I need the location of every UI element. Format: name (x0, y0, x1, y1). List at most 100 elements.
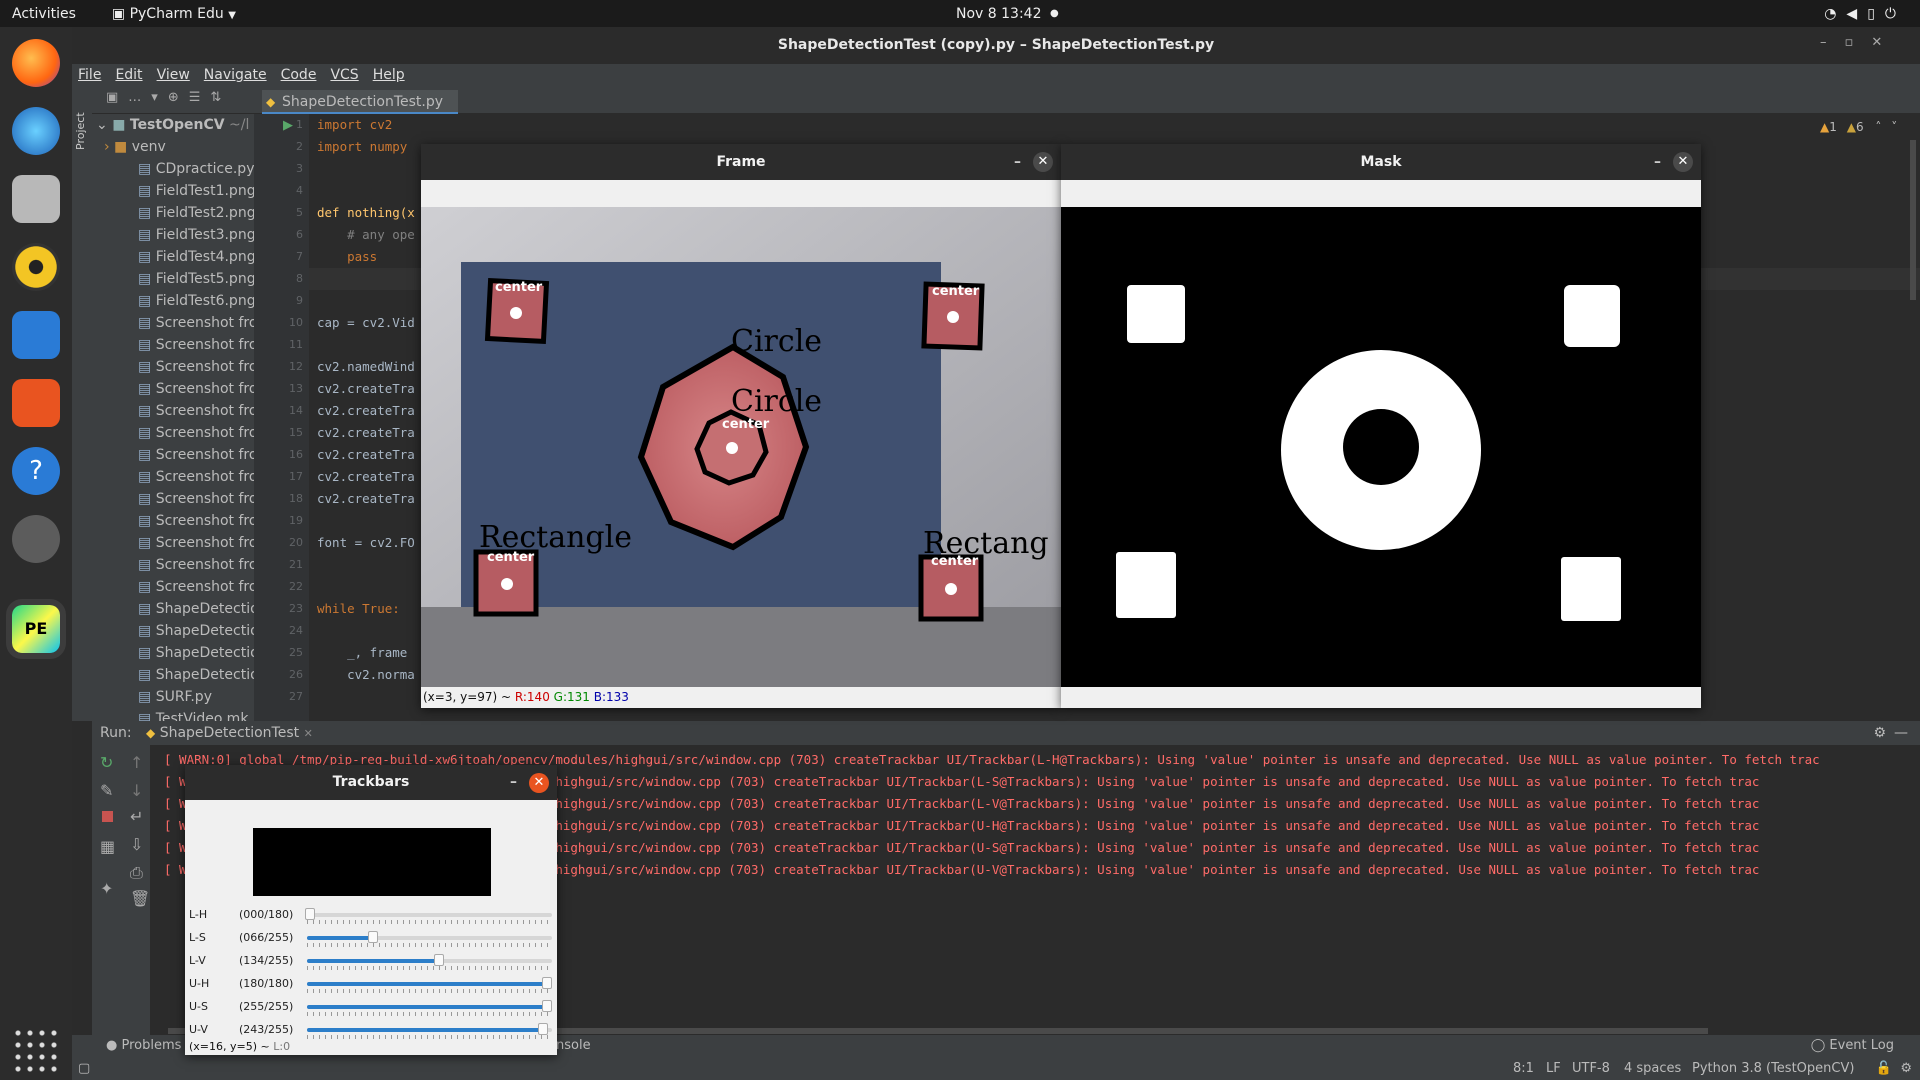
file-item[interactable]: ▤ TestVideo.mk (92, 708, 254, 721)
maximize-icon[interactable]: ▫ (1845, 35, 1872, 50)
collapse-icon[interactable]: ☰ (189, 90, 211, 105)
project-view-dropdown[interactable]: ▣…▾ (106, 90, 168, 105)
locate-icon[interactable]: ⊕ (168, 90, 189, 105)
file-item[interactable]: ▤ FieldTest4.png (92, 246, 254, 268)
file-item[interactable]: ▤ FieldTest3.png (92, 224, 254, 246)
trackbar-handle[interactable] (368, 931, 379, 943)
mask-titlebar[interactable]: Mask – ✕ (1061, 144, 1701, 180)
file-item[interactable]: ▤ Screenshot fro (92, 400, 254, 422)
trackbar-slider[interactable] (307, 977, 552, 989)
expand-icon[interactable]: ⇅ (210, 90, 231, 105)
menu-navigate[interactable]: Navigate (204, 67, 267, 83)
mask-window[interactable]: Mask – ✕ (1061, 144, 1701, 708)
search-icon[interactable] (12, 515, 60, 563)
file-item[interactable]: ▤ Screenshot fro (92, 576, 254, 598)
minimize-icon[interactable]: – (1820, 35, 1845, 50)
file-item[interactable]: ▤ Screenshot fro (92, 488, 254, 510)
hide-panel-icon[interactable]: — (1894, 721, 1908, 745)
system-tray[interactable]: ◔◀▯⏻ (1824, 6, 1906, 22)
frame-titlebar[interactable]: Frame – ✕ (421, 144, 1061, 180)
interpreter[interactable]: Python 3.8 (TestOpenCV) (1692, 1057, 1854, 1080)
app-grid-icon[interactable] (12, 1027, 60, 1075)
project-sidebar-tab[interactable]: Project (74, 112, 87, 150)
stop-icon[interactable] (102, 811, 113, 822)
rhythmbox-icon[interactable] (12, 243, 60, 291)
file-item[interactable]: ▤ Screenshot fro (92, 510, 254, 532)
menu-help[interactable]: Help (373, 67, 405, 83)
file-item[interactable]: ▤ Screenshot fro (92, 444, 254, 466)
firefox-icon[interactable] (12, 39, 60, 87)
settings-gear-icon[interactable]: ⚙ (1873, 721, 1886, 745)
file-item[interactable]: ▤ Screenshot fro (92, 422, 254, 444)
file-item[interactable]: ▤ FieldTest5.png (92, 268, 254, 290)
help-icon[interactable]: ? (12, 447, 60, 495)
trackbar-handle[interactable] (305, 908, 315, 920)
app-menu[interactable]: ▣ PyCharm Edu ▼ (112, 6, 236, 22)
file-item[interactable]: ▤ CDpractice.py (92, 158, 254, 180)
soft-wrap-icon[interactable]: ↵ (130, 807, 143, 826)
writer-icon[interactable] (12, 311, 60, 359)
file-item[interactable]: ▤ Screenshot fro (92, 378, 254, 400)
menu-code[interactable]: Code (281, 67, 317, 83)
run-tab-close-icon[interactable]: ✕ (304, 727, 313, 740)
close-icon[interactable]: ✕ (1673, 152, 1693, 172)
event-log-tab[interactable]: ◯ Event Log (1811, 1035, 1894, 1057)
trackbar-handle[interactable] (538, 1023, 549, 1035)
file-item[interactable]: ▤ Screenshot fro (92, 532, 254, 554)
frame-image[interactable]: center center center center center Circl… (421, 207, 1061, 687)
run-gutter-icon[interactable]: ▶ (283, 118, 293, 133)
trackbar-slider[interactable] (305, 908, 552, 920)
mask-image[interactable] (1061, 207, 1701, 687)
trackbars-titlebar[interactable]: Trackbars – ✕ (185, 765, 557, 800)
line-separator[interactable]: LF (1546, 1057, 1561, 1080)
lock-icon[interactable]: 🔓 (1876, 1057, 1892, 1080)
activities-button[interactable]: Activities (12, 6, 76, 22)
print-icon[interactable]: ⎙ (130, 863, 143, 883)
inspection-widget[interactable]: ▲1 ▲6 ˄ ˅ (1820, 120, 1897, 134)
menu-file[interactable]: File (78, 67, 101, 83)
editor-scrollbar[interactable] (1910, 140, 1916, 300)
minimize-icon[interactable]: – (1014, 144, 1021, 180)
minimize-icon[interactable]: – (510, 765, 517, 800)
trackbar-slider[interactable] (307, 954, 552, 966)
frame-window[interactable]: Frame – ✕ center center center center ce… (421, 144, 1061, 708)
file-item[interactable]: ▤ FieldTest1.png (92, 180, 254, 202)
close-icon[interactable]: ✕ (1033, 152, 1053, 172)
layout-icon[interactable]: ▦ (100, 837, 115, 856)
pin-icon[interactable]: ✦ (100, 879, 113, 898)
trackbar-slider[interactable] (307, 1023, 552, 1035)
console-tab-fragment[interactable]: nsole (556, 1035, 591, 1057)
trackbar-slider[interactable] (307, 931, 552, 943)
chevron-up-icon[interactable]: ˄ (1875, 120, 1881, 134)
trackbars-window[interactable]: Trackbars – ✕ L-H (000/180) L-S (066/255) L-… (185, 765, 557, 1055)
software-icon[interactable] (12, 379, 60, 427)
pycharm-edu-icon[interactable]: PE (6, 599, 66, 659)
file-item[interactable]: ▤ SURF.py (92, 686, 254, 708)
down-arrow-icon[interactable]: ↓ (130, 781, 143, 800)
file-item[interactable]: ▤ ShapeDetectio (92, 620, 254, 642)
close-icon[interactable]: ✕ (529, 773, 549, 793)
settings-gear-icon[interactable]: ⚙ (1900, 1057, 1912, 1080)
file-item[interactable]: ▤ Screenshot fro (92, 554, 254, 576)
rerun-icon[interactable]: ↻ (100, 753, 113, 772)
wrench-icon[interactable]: ✎ (100, 781, 113, 800)
caret-position[interactable]: 8:1 (1513, 1057, 1534, 1080)
trackbar-handle[interactable] (542, 977, 552, 989)
trackbar-handle[interactable] (433, 954, 444, 966)
scroll-end-icon[interactable]: ⇩ (130, 835, 143, 854)
menu-edit[interactable]: Edit (115, 67, 142, 83)
editor-tab[interactable]: ◆ ShapeDetectionTest.py ✕ (262, 90, 458, 133)
clock[interactable]: Nov 8 13:42 (956, 6, 1041, 22)
minimize-icon[interactable]: – (1654, 144, 1661, 180)
project-root[interactable]: ⌄ ■ TestOpenCV ~/l (92, 114, 254, 136)
file-item[interactable]: ▤ Screenshot fro (92, 312, 254, 334)
problems-tab[interactable]: ● Problems (106, 1035, 181, 1057)
file-item[interactable]: ▤ FieldTest6.png (92, 290, 254, 312)
chevron-down-icon[interactable]: ˅ (1891, 120, 1897, 134)
folder-item[interactable]: › ■ venv (92, 136, 254, 158)
file-item[interactable]: ▤ Screenshot fro (92, 356, 254, 378)
thunderbird-icon[interactable] (12, 107, 60, 155)
layout-toggle-icon[interactable]: ▢ (78, 1057, 90, 1080)
file-item[interactable]: ▤ ShapeDetectio (92, 664, 254, 686)
run-tab[interactable]: ◆ ShapeDetectionTest ✕ (146, 725, 313, 741)
